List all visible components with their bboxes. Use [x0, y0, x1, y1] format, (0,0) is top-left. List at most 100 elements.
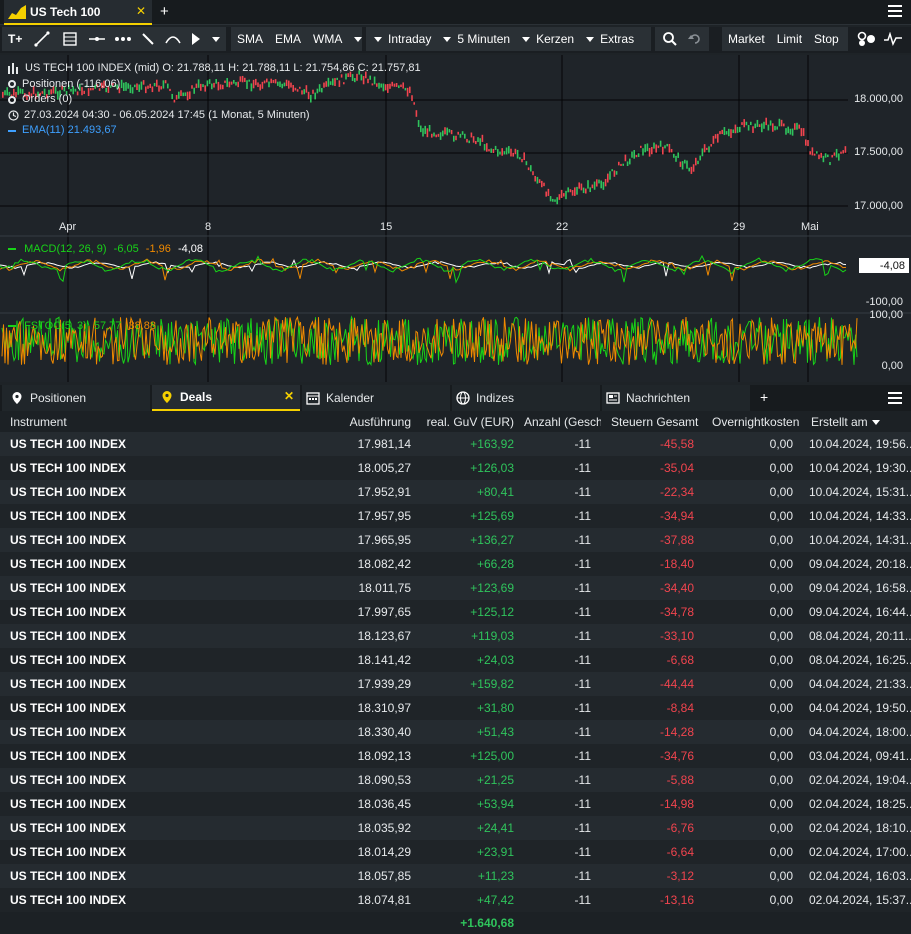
cell-steuern: -33,10 [601, 624, 702, 648]
text-tool-button[interactable]: T+ [2, 32, 28, 46]
candle [461, 131, 464, 135]
zoom-icon[interactable] [662, 31, 678, 47]
close-deals-tab-icon[interactable]: ✕ [284, 389, 294, 403]
table-row[interactable]: US TECH 100 INDEX 18.035,92 +24,41 -11 -6,76… [0, 816, 911, 840]
cell-instrument: US TECH 100 INDEX [0, 552, 235, 576]
candle [840, 151, 842, 154]
table-row[interactable]: US TECH 100 INDEX 18.123,67 +119,03 -11 -33,… [0, 624, 911, 648]
trend-channel-icon[interactable] [114, 31, 132, 47]
table-row[interactable]: US TECH 100 INDEX 17.965,95 +136,27 -11 -37,… [0, 528, 911, 552]
tab-kalender[interactable]: Kalender [302, 385, 450, 411]
add-tab-button[interactable]: + [160, 3, 169, 20]
table-row[interactable]: US TECH 100 INDEX 18.057,85 +11,23 -11 -3,12… [0, 864, 911, 888]
table-row[interactable]: US TECH 100 INDEX 18.092,13 +125,00 -11 -34,… [0, 744, 911, 768]
table-row[interactable]: US TECH 100 INDEX 17.952,91 +80,41 -11 -22,3… [0, 480, 911, 504]
total-cell [702, 912, 801, 934]
table-row[interactable]: US TECH 100 INDEX 18.074,81 +47,42 -11 -13,1… [0, 888, 911, 912]
fstoc-axis-bottom: 0,00 [881, 360, 903, 372]
close-tab-icon[interactable]: ✕ [136, 4, 146, 18]
table-row[interactable]: US TECH 100 INDEX 17.939,29 +159,82 -11 -44,… [0, 672, 911, 696]
chart-type-select[interactable]: Kerzen [536, 32, 580, 46]
positions-legend-label: Positionen (-116,06) [22, 77, 121, 90]
price-chart[interactable]: US TECH 100 INDEX (mid) O: 21.788,11 H: … [0, 55, 911, 382]
tools-dropdown-icon[interactable] [212, 36, 221, 42]
col-erstellt[interactable]: Erstellt am [801, 411, 911, 432]
positions-radio-icon[interactable] [8, 80, 16, 89]
col-guv[interactable]: real. GuV (EUR) [419, 411, 522, 432]
settings-toggle-icon[interactable] [857, 31, 877, 47]
table-row[interactable]: US TECH 100 INDEX 18.090,53 +21,25 -11 -5,88… [0, 768, 911, 792]
orders-toggle[interactable]: Orders (0) [8, 92, 421, 108]
cell-erstellt: 10.04.2024, 14:33... [801, 504, 911, 528]
table-row[interactable]: US TECH 100 INDEX 17.957,95 +125,69 -11 -34,… [0, 504, 911, 528]
candle [824, 153, 827, 158]
col-steuern[interactable]: Steuern Gesamt [601, 411, 702, 432]
candle [596, 179, 598, 187]
tab-indizes[interactable]: Indizes [452, 385, 600, 411]
cell-steuern: -22,34 [601, 480, 702, 504]
candle [604, 178, 607, 187]
table-row[interactable]: US TECH 100 INDEX 17.981,14 +163,92 -11 -45,… [0, 432, 911, 456]
tab-deals-label: Deals [180, 390, 213, 404]
cell-overnight: 0,00 [702, 648, 801, 672]
cell-erstellt: 09.04.2024, 16:58... [801, 576, 911, 600]
fstoc-legend[interactable]: FSTOC(5, 3) 57,77 38,88 [8, 320, 156, 332]
col-instrument[interactable]: Instrument [0, 411, 235, 432]
ema-legend[interactable]: EMA(11) 21.493,67 [8, 123, 421, 139]
cell-overnight: 0,00 [702, 816, 801, 840]
cell-anzahl: -11 [522, 480, 601, 504]
table-row[interactable]: US TECH 100 INDEX 18.310,97 +31,80 -11 -8,84… [0, 696, 911, 720]
cell-guv: +24,41 [419, 816, 522, 840]
line-tool-icon[interactable] [34, 31, 50, 47]
table-row[interactable]: US TECH 100 INDEX 18.014,29 +23,91 -11 -6,64… [0, 840, 911, 864]
candle [750, 121, 752, 126]
curve-tool-icon[interactable] [164, 31, 182, 47]
undo-icon[interactable] [688, 32, 702, 46]
cell-ausfuehrung: 17.997,65 [235, 600, 419, 624]
tab-positionen[interactable]: Positionen [2, 385, 150, 411]
candle [613, 170, 616, 177]
cell-ausfuehrung: 18.123,67 [235, 624, 419, 648]
table-row[interactable]: US TECH 100 INDEX 18.141,42 +24,03 -11 -6,68… [0, 648, 911, 672]
macd-legend[interactable]: MACD(12, 26, 9) -6,05 -1,96 -4,08 [8, 243, 203, 255]
col-anzahl[interactable]: Anzahl (Geschl [522, 411, 601, 432]
table-row[interactable]: US TECH 100 INDEX 18.082,42 +66,28 -11 -18,4… [0, 552, 911, 576]
tab-nachrichten[interactable]: Nachrichten [602, 385, 750, 411]
ema-button[interactable]: EMA [269, 32, 307, 46]
stop-order-button[interactable]: Stop [808, 32, 845, 46]
wma-button[interactable]: WMA [307, 32, 348, 46]
horizontal-line-icon[interactable] [88, 31, 106, 47]
table-row[interactable]: US TECH 100 INDEX 18.036,45 +53,94 -11 -14,9… [0, 792, 911, 816]
cell-instrument: US TECH 100 INDEX [0, 600, 235, 624]
intraday-select[interactable]: Intraday [388, 32, 437, 46]
tab-deals[interactable]: Deals ✕ [152, 385, 300, 411]
candle [794, 123, 796, 130]
table-row[interactable]: US TECH 100 INDEX 18.011,75 +123,69 -11 -34,… [0, 576, 911, 600]
sma-button[interactable]: SMA [231, 32, 269, 46]
cell-ausfuehrung: 17.952,91 [235, 480, 419, 504]
col-overnight[interactable]: Overnightkosten [702, 411, 801, 432]
cell-instrument: US TECH 100 INDEX [0, 648, 235, 672]
cell-steuern: -6,64 [601, 840, 702, 864]
cell-guv: +123,69 [419, 576, 522, 600]
table-row[interactable]: US TECH 100 INDEX 18.330,40 +51,43 -11 -14,2… [0, 720, 911, 744]
candle [431, 133, 433, 138]
instrument-tab[interactable]: US Tech 100 ✕ [4, 0, 152, 25]
fibonacci-tool-icon[interactable] [62, 31, 78, 47]
limit-order-button[interactable]: Limit [771, 32, 808, 46]
market-order-button[interactable]: Market [722, 32, 771, 46]
table-row[interactable]: US TECH 100 INDEX 17.997,65 +125,12 -11 -34,… [0, 600, 911, 624]
extras-menu[interactable]: Extras [600, 32, 640, 46]
pencil-tool-icon[interactable] [140, 31, 156, 47]
orders-radio-icon[interactable] [8, 95, 16, 104]
interval-select[interactable]: 5 Minuten [457, 32, 516, 46]
col-ausfuehrung[interactable]: Ausführung [235, 411, 419, 432]
table-row[interactable]: US TECH 100 INDEX 18.005,27 +126,03 -11 -35,… [0, 456, 911, 480]
indicator-dropdown-icon[interactable] [354, 36, 363, 42]
pulse-icon[interactable] [884, 32, 902, 46]
add-panel-tab-button[interactable]: + [760, 389, 768, 405]
positions-toggle[interactable]: Positionen (-116,06) [8, 77, 421, 93]
panel-menu-icon[interactable] [888, 392, 902, 404]
hamburger-menu-icon[interactable] [888, 5, 902, 17]
cursor-tool-icon[interactable] [190, 31, 202, 47]
